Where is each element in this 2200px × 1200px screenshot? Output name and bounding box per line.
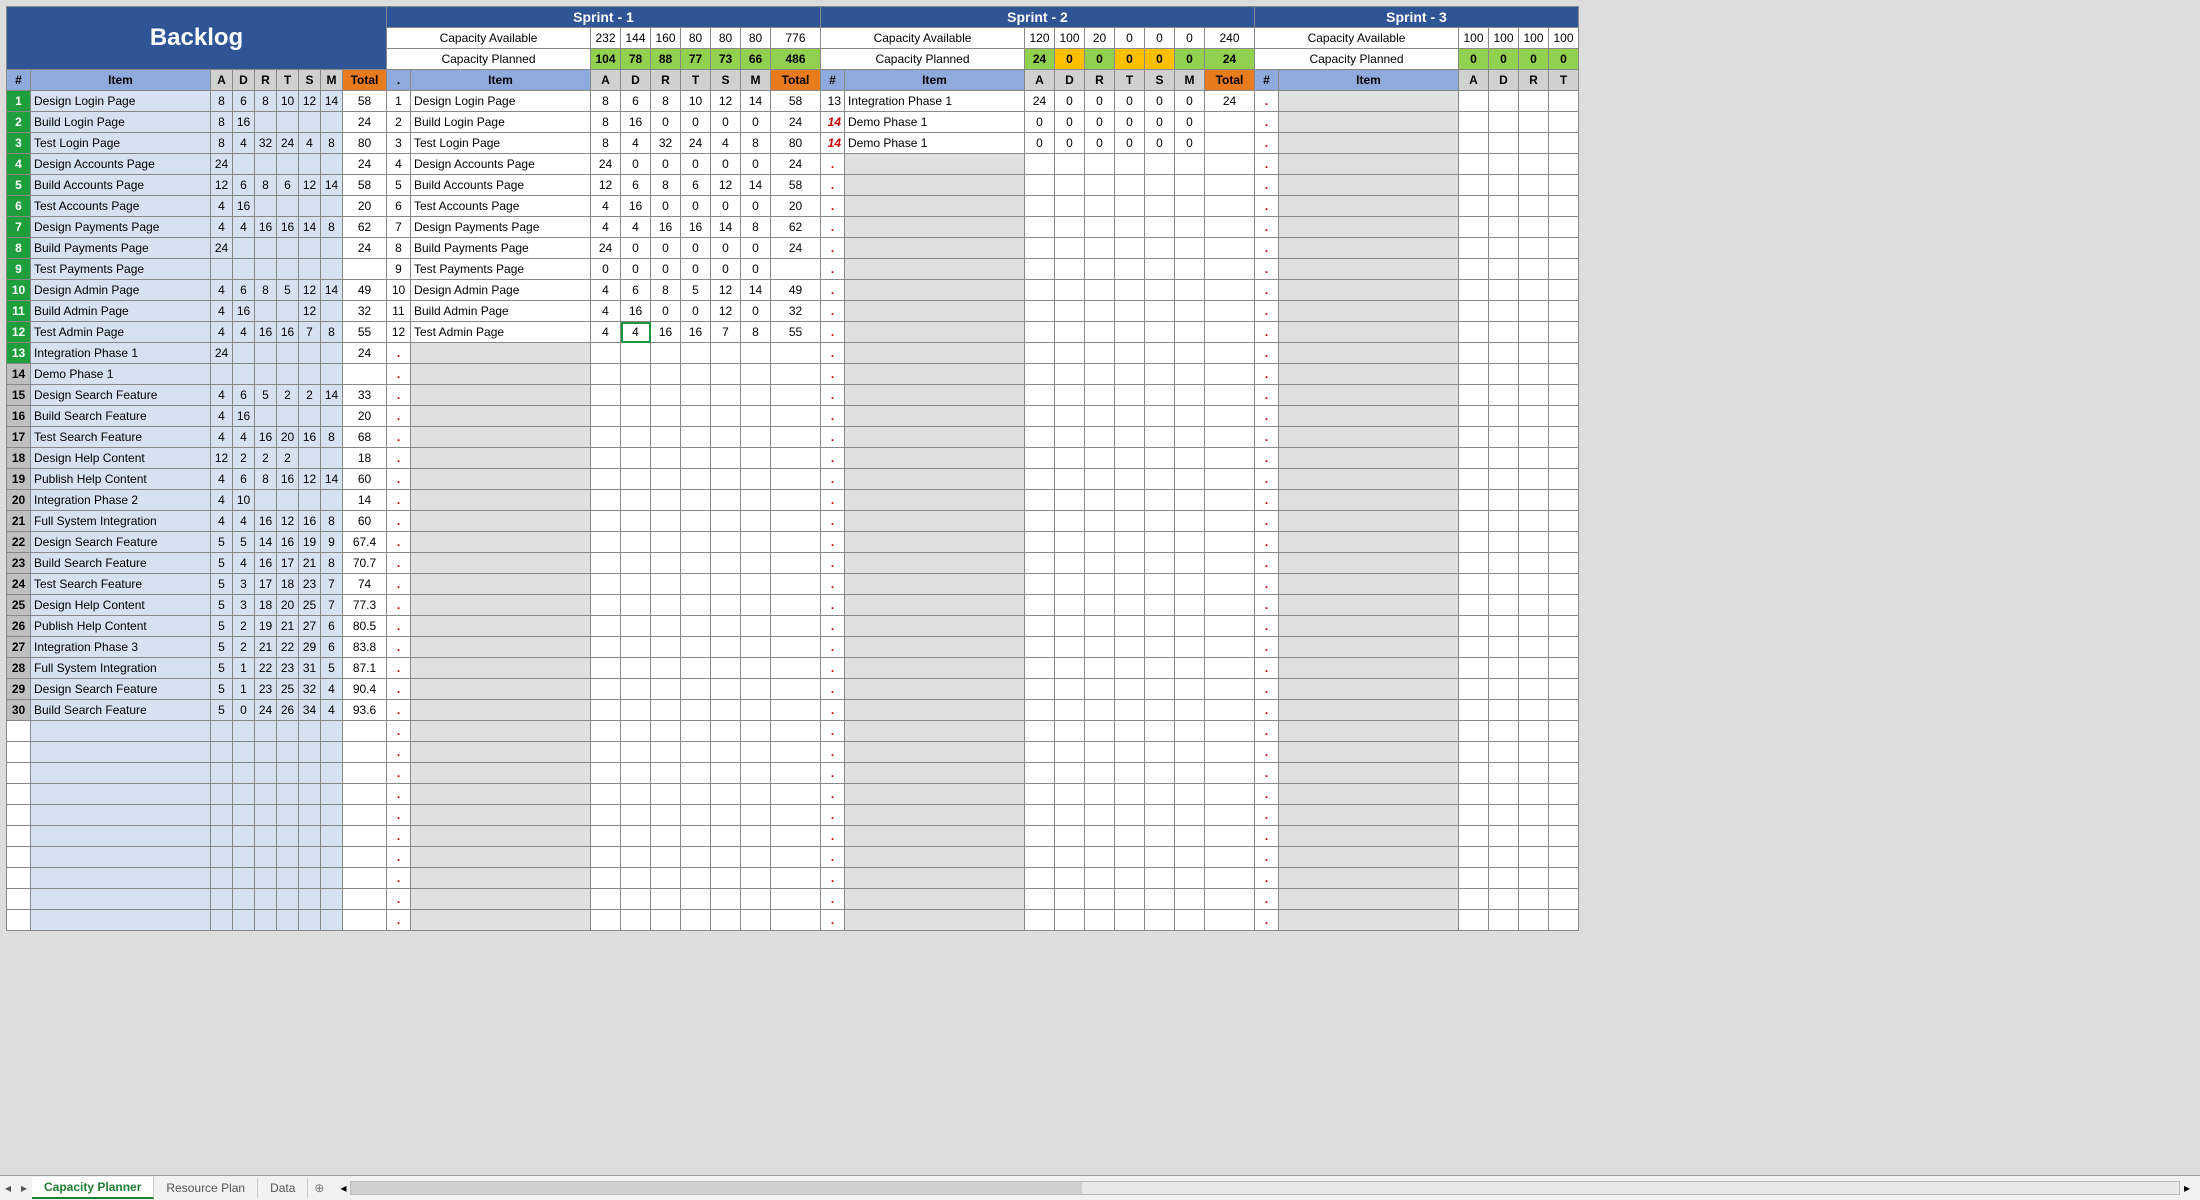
tab-data[interactable]: Data — [258, 1178, 308, 1198]
s3-cap-plan-label: Capacity Planned — [1255, 49, 1459, 70]
tab-capacity-planner[interactable]: Capacity Planner — [32, 1177, 154, 1199]
backlog-item[interactable]: Full System Integration — [31, 511, 211, 532]
backlog-item[interactable]: Test Accounts Page — [31, 196, 211, 217]
backlog-item[interactable]: Design Search Feature — [31, 679, 211, 700]
capacity-grid[interactable]: BacklogSprint - 1Sprint - 2Sprint - 3Cap… — [6, 6, 1579, 931]
backlog-item[interactable]: Test Admin Page — [31, 322, 211, 343]
backlog-item[interactable]: Build Login Page — [31, 112, 211, 133]
backlog-item[interactable]: Test Search Feature — [31, 427, 211, 448]
backlog-item[interactable]: Design Help Content — [31, 595, 211, 616]
backlog-item[interactable]: Integration Phase 2 — [31, 490, 211, 511]
backlog-item[interactable]: Design Admin Page — [31, 280, 211, 301]
sheet-tabs-bar: ◂ ▸ Capacity Planner Resource Plan Data … — [0, 1175, 2200, 1200]
backlog-item[interactable]: Test Payments Page — [31, 259, 211, 280]
tab-nav-prev[interactable]: ▸ — [16, 1181, 32, 1195]
backlog-item[interactable]: Design Login Page — [31, 91, 211, 112]
tab-resource-plan[interactable]: Resource Plan — [154, 1178, 258, 1198]
scroll-right-arrow[interactable]: ▸ — [2180, 1181, 2194, 1195]
spreadsheet-sheet[interactable]: BacklogSprint - 1Sprint - 2Sprint - 3Cap… — [0, 0, 2200, 1175]
backlog-item[interactable]: Build Search Feature — [31, 700, 211, 721]
backlog-item[interactable]: Build Accounts Page — [31, 175, 211, 196]
sprint1-title: Sprint - 1 — [387, 7, 821, 28]
backlog-item[interactable]: Build Search Feature — [31, 406, 211, 427]
backlog-item[interactable]: Build Admin Page — [31, 301, 211, 322]
horizontal-scrollbar[interactable] — [350, 1181, 2179, 1195]
backlog-item[interactable]: Full System Integration — [31, 658, 211, 679]
scroll-left-arrow[interactable]: ◂ — [336, 1181, 350, 1195]
s2-cap-avail-label: Capacity Available — [821, 28, 1025, 49]
tab-add-button[interactable]: ⊕ — [308, 1181, 330, 1195]
backlog-item[interactable]: Design Payments Page — [31, 217, 211, 238]
sprint2-title: Sprint - 2 — [821, 7, 1255, 28]
s3-cap-avail-label: Capacity Available — [1255, 28, 1459, 49]
s1-cap-avail-label: Capacity Available — [387, 28, 591, 49]
backlog-item[interactable]: Publish Help Content — [31, 469, 211, 490]
s2-cap-plan-label: Capacity Planned — [821, 49, 1025, 70]
backlog-item[interactable]: Integration Phase 1 — [31, 343, 211, 364]
backlog-item[interactable]: Demo Phase 1 — [31, 364, 211, 385]
backlog-item[interactable]: Test Search Feature — [31, 574, 211, 595]
backlog-item[interactable]: Design Help Content — [31, 448, 211, 469]
s1-cap-plan-label: Capacity Planned — [387, 49, 591, 70]
backlog-item[interactable]: Build Payments Page — [31, 238, 211, 259]
backlog-item[interactable]: Design Search Feature — [31, 532, 211, 553]
backlog-item[interactable]: Publish Help Content — [31, 616, 211, 637]
sprint3-title: Sprint - 3 — [1255, 7, 1579, 28]
backlog-item[interactable]: Test Login Page — [31, 133, 211, 154]
backlog-item[interactable]: Build Search Feature — [31, 553, 211, 574]
tab-nav-first[interactable]: ◂ — [0, 1181, 16, 1195]
backlog-item[interactable]: Design Search Feature — [31, 385, 211, 406]
backlog-title: Backlog — [7, 7, 387, 70]
backlog-item[interactable]: Design Accounts Page — [31, 154, 211, 175]
backlog-item[interactable]: Integration Phase 3 — [31, 637, 211, 658]
